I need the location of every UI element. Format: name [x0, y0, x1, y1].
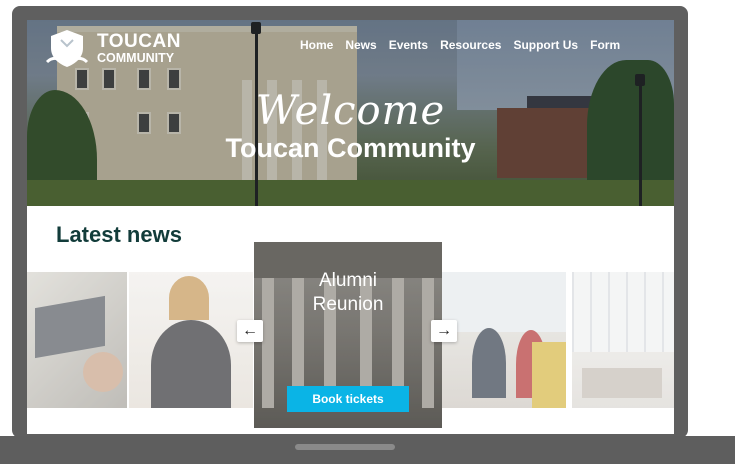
laptop-base	[0, 436, 735, 464]
laptop-notch	[295, 444, 395, 450]
book-tickets-button[interactable]: Book tickets	[287, 386, 409, 412]
carousel-next-button[interactable]: →	[431, 320, 457, 342]
featured-title-line2: Reunion	[312, 294, 384, 315]
featured-title-line1: Alumni	[318, 270, 378, 291]
nav-item-support-us[interactable]: Support Us	[513, 38, 578, 52]
site-logo[interactable]: TOUCAN COMMUNITY	[45, 28, 181, 68]
hero-welcome: Welcome	[255, 88, 446, 134]
nav-item-home[interactable]: Home	[300, 38, 333, 52]
card-overlay	[27, 272, 127, 408]
news-card[interactable]	[27, 272, 127, 408]
main-nav: Home News Events Resources Support Us Fo…	[300, 38, 632, 52]
news-card[interactable]	[572, 272, 674, 408]
hero-tagline: Toucan Community	[225, 133, 476, 163]
latest-news-heading: Latest news	[56, 222, 182, 247]
laptop-mockup: TOUCAN COMMUNITY Home News Events Resour…	[0, 0, 735, 464]
arrow-right-icon: →	[436, 322, 452, 339]
card-overlay	[572, 272, 674, 408]
shield-crest-icon	[45, 30, 89, 67]
card-overlay	[129, 272, 253, 408]
logo-text: TOUCAN COMMUNITY	[97, 32, 181, 65]
featured-news-card[interactable]: Alumni Reunion Book tickets	[254, 242, 442, 428]
nav-item-events[interactable]: Events	[389, 38, 428, 52]
logo-name-line2: COMMUNITY	[97, 50, 175, 65]
nav-item-form[interactable]: Form	[590, 38, 620, 52]
website-screen: TOUCAN COMMUNITY Home News Events Resour…	[27, 20, 674, 434]
arrow-left-icon: ←	[242, 322, 258, 339]
carousel-prev-button[interactable]: ←	[237, 320, 263, 342]
hero-banner: TOUCAN COMMUNITY Home News Events Resour…	[27, 20, 674, 206]
nav-item-resources[interactable]: Resources	[440, 38, 501, 52]
news-card[interactable]	[129, 272, 253, 408]
logo-name-line1: TOUCAN	[97, 30, 181, 52]
nav-item-news[interactable]: News	[345, 38, 376, 52]
card-overlay	[442, 272, 566, 408]
featured-title: Alumni Reunion	[254, 269, 442, 317]
news-card[interactable]	[442, 272, 566, 408]
